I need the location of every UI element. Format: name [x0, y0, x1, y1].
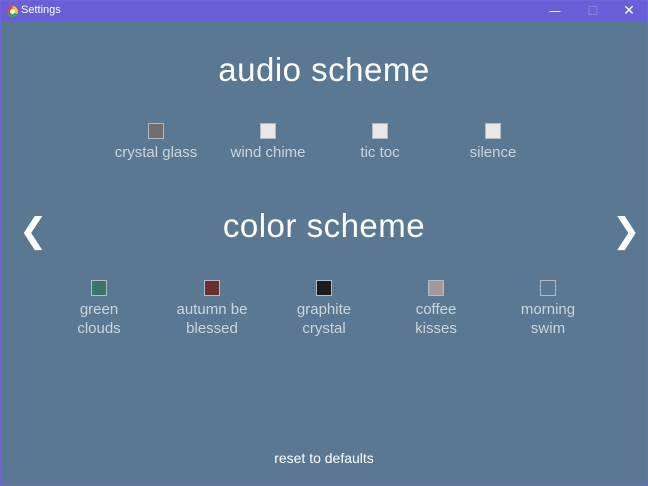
- color-swatch[interactable]: [540, 280, 556, 296]
- audio-option-crystal-glass[interactable]: crystal glass: [96, 123, 216, 162]
- next-arrow-icon[interactable]: ❯: [612, 214, 641, 248]
- maximize-button[interactable]: ☐: [575, 1, 611, 22]
- color-option-label: green clouds: [39, 300, 159, 338]
- settings-window: Settings — ☐ ✕ audio scheme crystal glas…: [0, 0, 648, 486]
- color-option-green-clouds[interactable]: green clouds: [39, 280, 159, 338]
- label-line-2: blessed: [186, 320, 238, 337]
- audio-scheme-heading: audio scheme: [218, 51, 430, 88]
- color-swatch[interactable]: [428, 280, 444, 296]
- label-line-1: autumn be: [176, 301, 248, 318]
- close-button[interactable]: ✕: [611, 1, 647, 22]
- color-option-graphite-crystal[interactable]: graphite crystal: [264, 280, 384, 338]
- audio-swatch[interactable]: [260, 123, 276, 139]
- audio-option-tic-toc[interactable]: tic toc: [320, 123, 440, 162]
- audio-option-wind-chime[interactable]: wind chime: [208, 123, 328, 162]
- color-option-autumn-be-blessed[interactable]: autumn be blessed: [152, 280, 272, 338]
- label-line-1: morning: [520, 301, 576, 318]
- label-line-1: coffee: [415, 301, 457, 318]
- color-option-label: autumn be blessed: [152, 300, 272, 338]
- label-line-2: swim: [530, 320, 566, 337]
- minimize-button[interactable]: —: [537, 1, 573, 22]
- color-option-morning-swim[interactable]: morning swim: [488, 280, 608, 338]
- reset-to-defaults-link[interactable]: reset to defaults: [1, 450, 647, 466]
- label-line-2: crystal: [302, 320, 346, 337]
- color-option-label: graphite crystal: [264, 300, 384, 338]
- label-line-2: kisses: [415, 320, 457, 337]
- title-bar[interactable]: Settings — ☐ ✕: [1, 1, 647, 22]
- label-line-2: clouds: [77, 320, 121, 337]
- color-option-label: morning swim: [488, 300, 608, 338]
- color-option-coffee-kisses[interactable]: coffee kisses: [376, 280, 496, 338]
- color-swatch[interactable]: [316, 280, 332, 296]
- label-line-1: green: [79, 301, 119, 318]
- color-option-label: coffee kisses: [376, 300, 496, 338]
- audio-option-silence[interactable]: silence: [433, 123, 553, 162]
- color-scheme-heading: color scheme: [222, 207, 426, 244]
- color-swatch[interactable]: [204, 280, 220, 296]
- window-title: Settings: [21, 4, 61, 16]
- audio-swatch[interactable]: [148, 123, 164, 139]
- audio-swatch[interactable]: [485, 123, 501, 139]
- audio-option-label: tic toc: [360, 144, 400, 161]
- color-swatch[interactable]: [91, 280, 107, 296]
- label-line-1: graphite: [296, 301, 352, 318]
- audio-option-label: wind chime: [230, 144, 306, 161]
- app-icon: [7, 6, 18, 17]
- audio-option-label: silence: [469, 144, 517, 161]
- audio-swatch[interactable]: [372, 123, 388, 139]
- audio-option-label: crystal glass: [114, 144, 198, 161]
